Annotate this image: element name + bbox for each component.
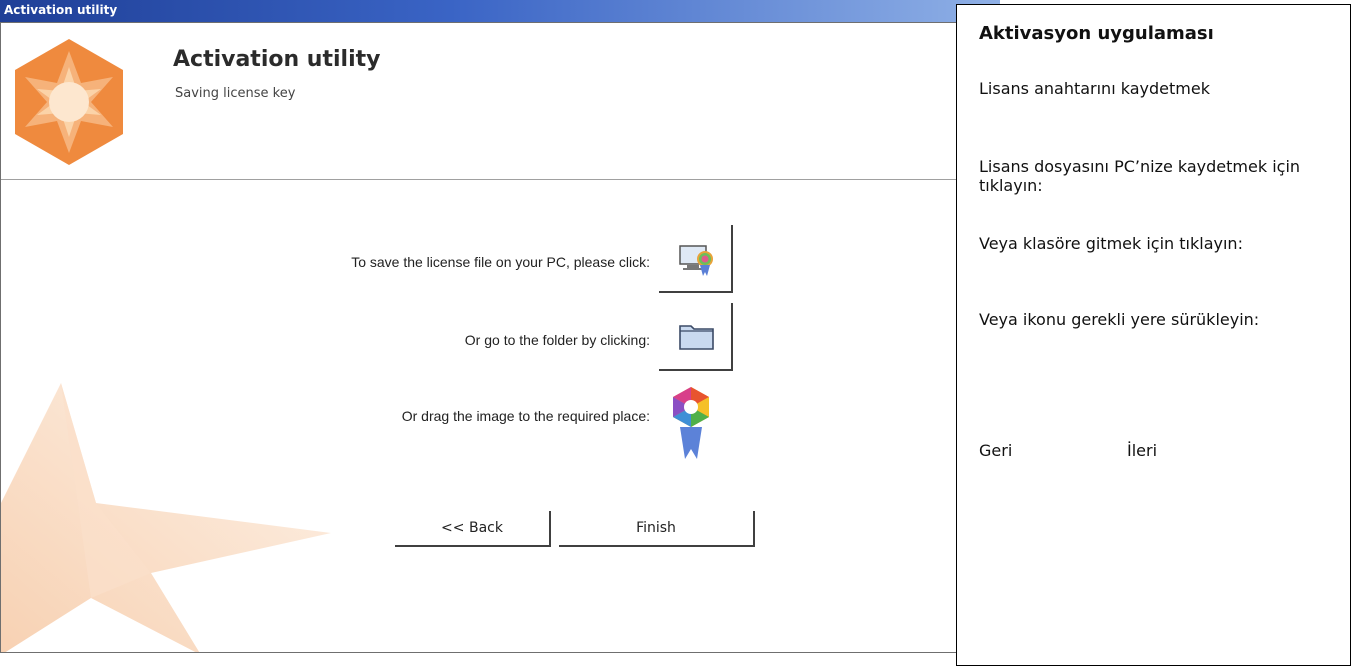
dialog-header: Activation utility Saving license key bbox=[1, 23, 996, 180]
translation-row1: Lisans dosyasını PC’nize kaydetmek için … bbox=[979, 157, 1301, 195]
translation-back: Geri bbox=[979, 441, 1013, 460]
back-button[interactable]: << Back bbox=[395, 511, 551, 547]
open-folder-button[interactable] bbox=[659, 303, 733, 371]
activation-logo-icon bbox=[15, 39, 123, 165]
header-title: Activation utility bbox=[173, 47, 381, 72]
save-to-pc-button[interactable] bbox=[659, 225, 733, 293]
title-bar[interactable]: Activation utility bbox=[0, 0, 1000, 22]
dialog-body: Activation utility Saving license key To… bbox=[0, 22, 997, 653]
save-to-pc-label: To save the license file on your PC, ple… bbox=[351, 254, 650, 270]
translation-next: İleri bbox=[1127, 441, 1158, 460]
translation-row2: Veya klasöre gitmek için tıklayın: bbox=[979, 234, 1243, 253]
background-star-decoration bbox=[1, 383, 331, 652]
save-license-to-pc-icon bbox=[679, 245, 713, 276]
translation-subtitle: Lisans anahtarını kaydetmek bbox=[979, 79, 1210, 98]
translation-row3: Veya ikonu gerekli yere sürükleyin: bbox=[979, 310, 1260, 329]
folder-icon bbox=[679, 325, 714, 350]
translation-title: Aktivasyon uygulaması bbox=[979, 23, 1214, 44]
drag-image-label: Or drag the image to the required place: bbox=[401, 408, 650, 424]
license-badge-icon[interactable] bbox=[671, 387, 711, 459]
activation-utility-window: Activation utility Activation utility Sa… bbox=[0, 0, 1000, 656]
finish-button[interactable]: Finish bbox=[559, 511, 755, 547]
window-title: Activation utility bbox=[4, 3, 118, 17]
header-subtitle: Saving license key bbox=[175, 86, 296, 101]
open-folder-label: Or go to the folder by clicking: bbox=[464, 332, 650, 348]
translation-panel: Aktivasyon uygulaması Lisans anahtarını … bbox=[956, 4, 1351, 666]
